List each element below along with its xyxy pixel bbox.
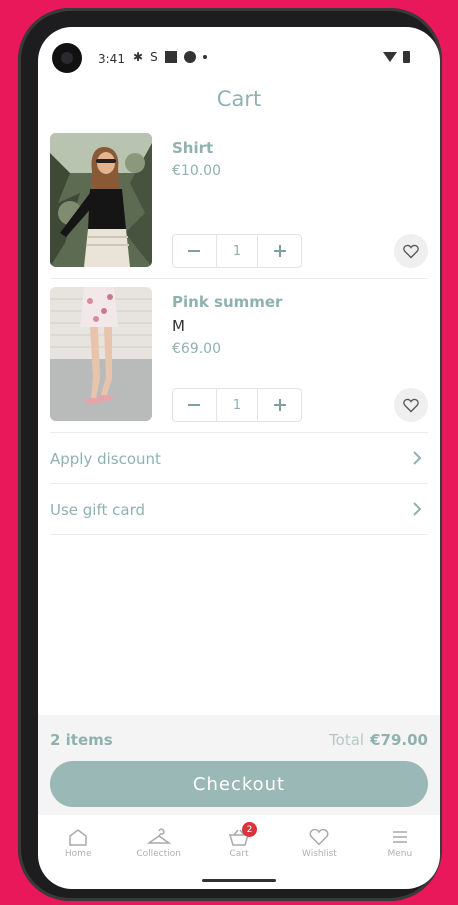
home-indicator[interactable] bbox=[202, 879, 276, 882]
plus-icon bbox=[273, 399, 286, 411]
item-price: €10.00 bbox=[172, 163, 221, 179]
heart-icon bbox=[403, 398, 419, 412]
use-gift-card-row[interactable]: Use gift card bbox=[50, 485, 428, 535]
nav-item-collection[interactable]: Collection bbox=[118, 822, 198, 874]
app-screen: 3:41 ✱ S Cart Shirt €10.00 1 Pink summer… bbox=[38, 27, 440, 889]
total-value: €79.00 bbox=[370, 731, 428, 749]
nav-item-menu[interactable]: Menu bbox=[360, 822, 440, 874]
wifi-icon bbox=[383, 52, 397, 62]
product-image-shirt[interactable] bbox=[50, 133, 152, 267]
nav-label: Collection bbox=[136, 849, 181, 859]
nav-item-home[interactable]: Home bbox=[38, 822, 118, 874]
nav-label: Home bbox=[64, 849, 92, 859]
cart-summary: 2 items Total €79.00 Checkout bbox=[38, 715, 440, 815]
bottom-nav: Home Collection 2 Cart Wishlist Menu bbox=[38, 822, 440, 874]
chevron-right-icon bbox=[413, 502, 422, 516]
increase-quantity-button[interactable] bbox=[258, 235, 301, 267]
minus-icon bbox=[188, 404, 201, 406]
minus-icon bbox=[188, 250, 201, 252]
status-system-icons bbox=[383, 51, 410, 63]
checkout-button[interactable]: Checkout bbox=[50, 761, 428, 807]
cart-item-shirt: Shirt €10.00 1 bbox=[50, 133, 428, 279]
cart-total: Total €79.00 bbox=[329, 731, 428, 749]
hanger-icon bbox=[146, 828, 171, 844]
more-notifications-icon bbox=[202, 55, 207, 59]
quantity-stepper: 1 bbox=[172, 388, 302, 422]
status-notification-icons: ✱ S bbox=[133, 51, 207, 63]
nav-item-wishlist[interactable]: Wishlist bbox=[279, 822, 359, 874]
circle-notification-icon bbox=[183, 51, 196, 63]
decrease-quantity-button[interactable] bbox=[173, 389, 216, 421]
quantity-value[interactable]: 1 bbox=[215, 235, 259, 267]
add-to-wishlist-button[interactable] bbox=[394, 234, 428, 268]
apply-discount-row[interactable]: Apply discount bbox=[50, 434, 428, 484]
increase-quantity-button[interactable] bbox=[258, 389, 301, 421]
item-name[interactable]: Shirt bbox=[172, 139, 213, 157]
item-size: M bbox=[172, 317, 185, 335]
cart-count-badge: 2 bbox=[242, 822, 258, 837]
add-to-wishlist-button[interactable] bbox=[394, 388, 428, 422]
item-count: 2 items bbox=[50, 731, 113, 749]
menu-icon bbox=[392, 831, 407, 843]
heart-icon bbox=[403, 244, 419, 258]
gear-icon: ✱ bbox=[133, 50, 144, 64]
quantity-stepper: 1 bbox=[172, 234, 302, 268]
chevron-right-icon bbox=[413, 451, 422, 465]
home-icon bbox=[69, 829, 87, 846]
apply-discount-label: Apply discount bbox=[50, 450, 161, 468]
plus-icon bbox=[273, 245, 286, 257]
decrease-quantity-button[interactable] bbox=[173, 235, 216, 267]
square-notification-icon bbox=[164, 51, 177, 63]
item-price: €69.00 bbox=[172, 341, 221, 357]
quantity-value[interactable]: 1 bbox=[215, 389, 259, 421]
page-title: Cart bbox=[216, 87, 262, 111]
nav-label: Cart bbox=[229, 849, 249, 859]
nav-label: Menu bbox=[387, 849, 413, 859]
use-gift-card-label: Use gift card bbox=[50, 501, 146, 519]
s-app-icon: S bbox=[150, 50, 158, 64]
status-time: 3:41 bbox=[98, 52, 125, 66]
status-bar: 3:41 ✱ S bbox=[38, 27, 440, 73]
total-label: Total bbox=[329, 731, 365, 749]
cart-item-pink-summer: Pink summer M €69.00 1 bbox=[50, 287, 428, 433]
front-camera bbox=[52, 43, 82, 73]
product-image-pink-summer[interactable] bbox=[50, 287, 152, 421]
battery-icon bbox=[403, 51, 410, 63]
item-name[interactable]: Pink summer bbox=[172, 293, 282, 311]
heart-icon bbox=[309, 828, 329, 846]
nav-item-cart[interactable]: 2 Cart bbox=[199, 822, 279, 874]
nav-label: Wishlist bbox=[302, 849, 337, 859]
